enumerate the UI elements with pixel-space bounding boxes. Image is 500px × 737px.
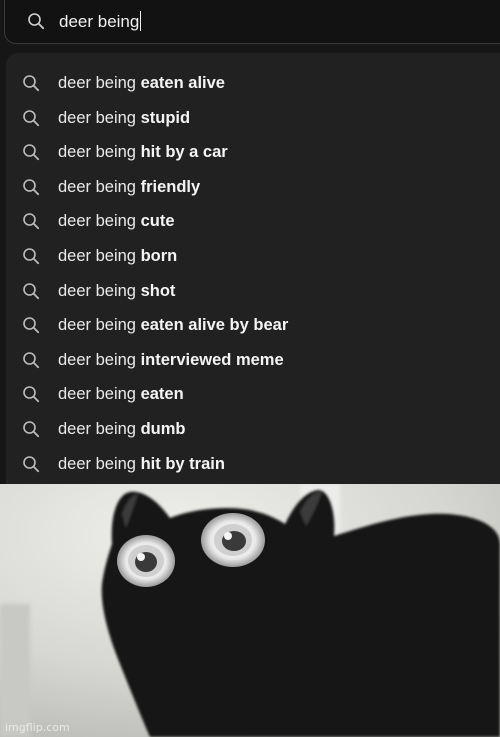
suggestion-text: deer being dumb [58,418,186,440]
search-icon [22,109,40,132]
search-icon [22,143,40,166]
suggestion-prefix: deer being [58,108,141,127]
suggestion-item[interactable]: deer being friendly [6,170,500,205]
suggestion-text: deer being hit by train [58,453,225,475]
suggestion-completion: eaten alive [140,74,225,92]
suggestion-item[interactable]: deer being born [6,239,500,274]
search-icon [22,385,40,408]
suggestion-prefix: deer being [58,350,141,369]
autocomplete-dropdown: deer being eaten alive deer being stupid d… [6,53,500,484]
suggestion-text: deer being stupid [58,107,190,129]
suggestion-text: deer being friendly [58,176,200,198]
search-icon [22,282,40,305]
suggestion-completion: stupid [140,108,191,127]
search-icon [27,12,45,35]
suggestion-item[interactable]: deer being stupid [6,101,500,136]
search-query-text: deer being [59,12,140,31]
suggestion-item[interactable]: deer being cute [6,204,500,239]
suggestion-prefix: deer being [58,177,141,196]
suggestion-completion: cute [140,212,175,231]
search-icon [22,420,40,443]
search-icon [22,351,40,374]
suggestion-text: deer being cute [58,210,175,232]
suggestion-item[interactable]: deer being hit by train [6,447,500,482]
suggestion-item[interactable]: deer being eaten [6,377,500,412]
suggestion-item[interactable]: deer being eaten alive [6,66,500,101]
suggestion-completion: born [140,246,178,265]
watermark: imgflip.com [5,721,70,734]
suggestion-item[interactable]: deer being dumb [6,412,500,447]
suggestion-completion: eaten [140,385,184,404]
suggestion-completion: hit by train [140,454,225,473]
suggestion-completion: eaten alive by bear [140,316,289,335]
suggestion-completion: interviewed meme [140,350,284,369]
meme-image: imgflip.com [0,484,500,737]
suggestion-item[interactable]: deer being shot [6,274,500,309]
suggestion-prefix: deer being [58,454,141,473]
suggestion-prefix: deer being [58,419,141,438]
suggestion-text: deer being hit by a car [58,141,228,163]
search-icon [22,455,40,478]
suggestion-item[interactable]: deer being hit by a car [6,135,500,170]
suggestion-prefix: deer being [58,143,141,162]
meme-composite: deer being deer being eaten alive deer be… [0,0,500,737]
suggestion-completion: shot [140,281,176,300]
suggestion-prefix: deer being [58,385,141,404]
suggestion-completion: friendly [140,177,201,196]
suggestion-prefix: deer being [58,246,141,265]
suggestion-text: deer being born [58,245,177,267]
suggestion-completion: hit by a car [140,143,228,162]
suggestion-item[interactable]: deer being interviewed meme [6,343,500,378]
suggestion-item[interactable]: deer being eaten alive by bear [6,308,500,343]
suggestion-prefix: deer being [58,74,141,92]
search-icon [22,247,40,270]
suggestion-text: deer being eaten alive by bear [58,314,288,336]
text-caret [140,11,142,31]
suggestion-prefix: deer being [58,316,141,335]
suggestion-text: deer being shot [58,280,175,302]
wide-eyed-black-cat-image [0,484,500,737]
suggestion-text: deer being interviewed meme [58,349,284,371]
search-icon [22,316,40,339]
search-icon [22,212,40,235]
search-bar[interactable]: deer being [4,0,500,44]
suggestion-prefix: deer being [58,281,141,300]
search-input[interactable]: deer being [59,10,142,34]
search-icon [22,178,40,201]
suggestion-prefix: deer being [58,212,141,231]
search-screenshot: deer being deer being eaten alive deer be… [0,0,500,484]
search-icon [22,74,40,97]
suggestion-text: deer being eaten [58,383,184,405]
suggestion-completion: dumb [140,419,186,438]
suggestion-text: deer being eaten alive [58,72,225,94]
